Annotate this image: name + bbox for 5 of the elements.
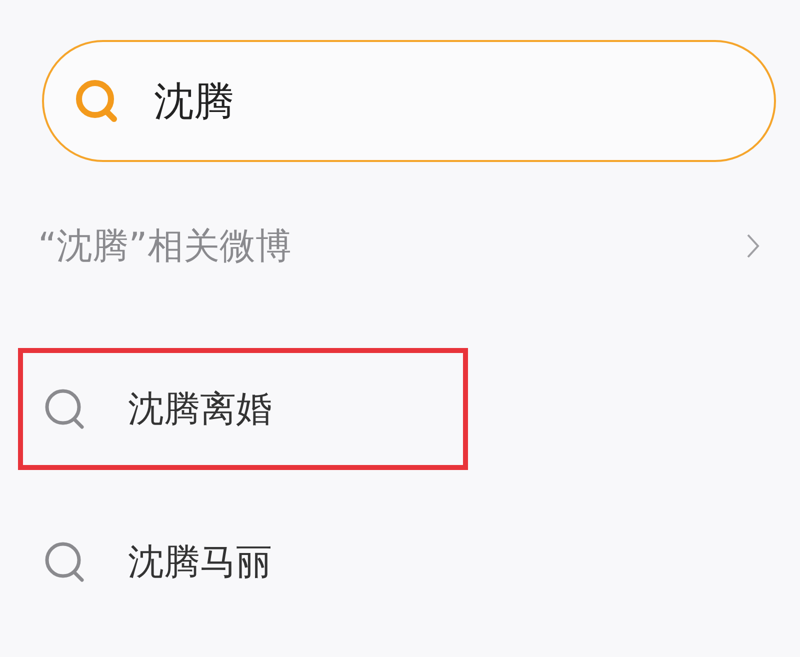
suggestion-item[interactable]: 沈腾马丽 xyxy=(128,538,272,586)
search-bar[interactable]: 沈腾 xyxy=(42,40,776,162)
suggestion-item[interactable]: 沈腾离婚 xyxy=(128,384,272,434)
chevron-right-icon xyxy=(746,233,760,259)
search-field[interactable]: 沈腾 xyxy=(154,78,654,124)
